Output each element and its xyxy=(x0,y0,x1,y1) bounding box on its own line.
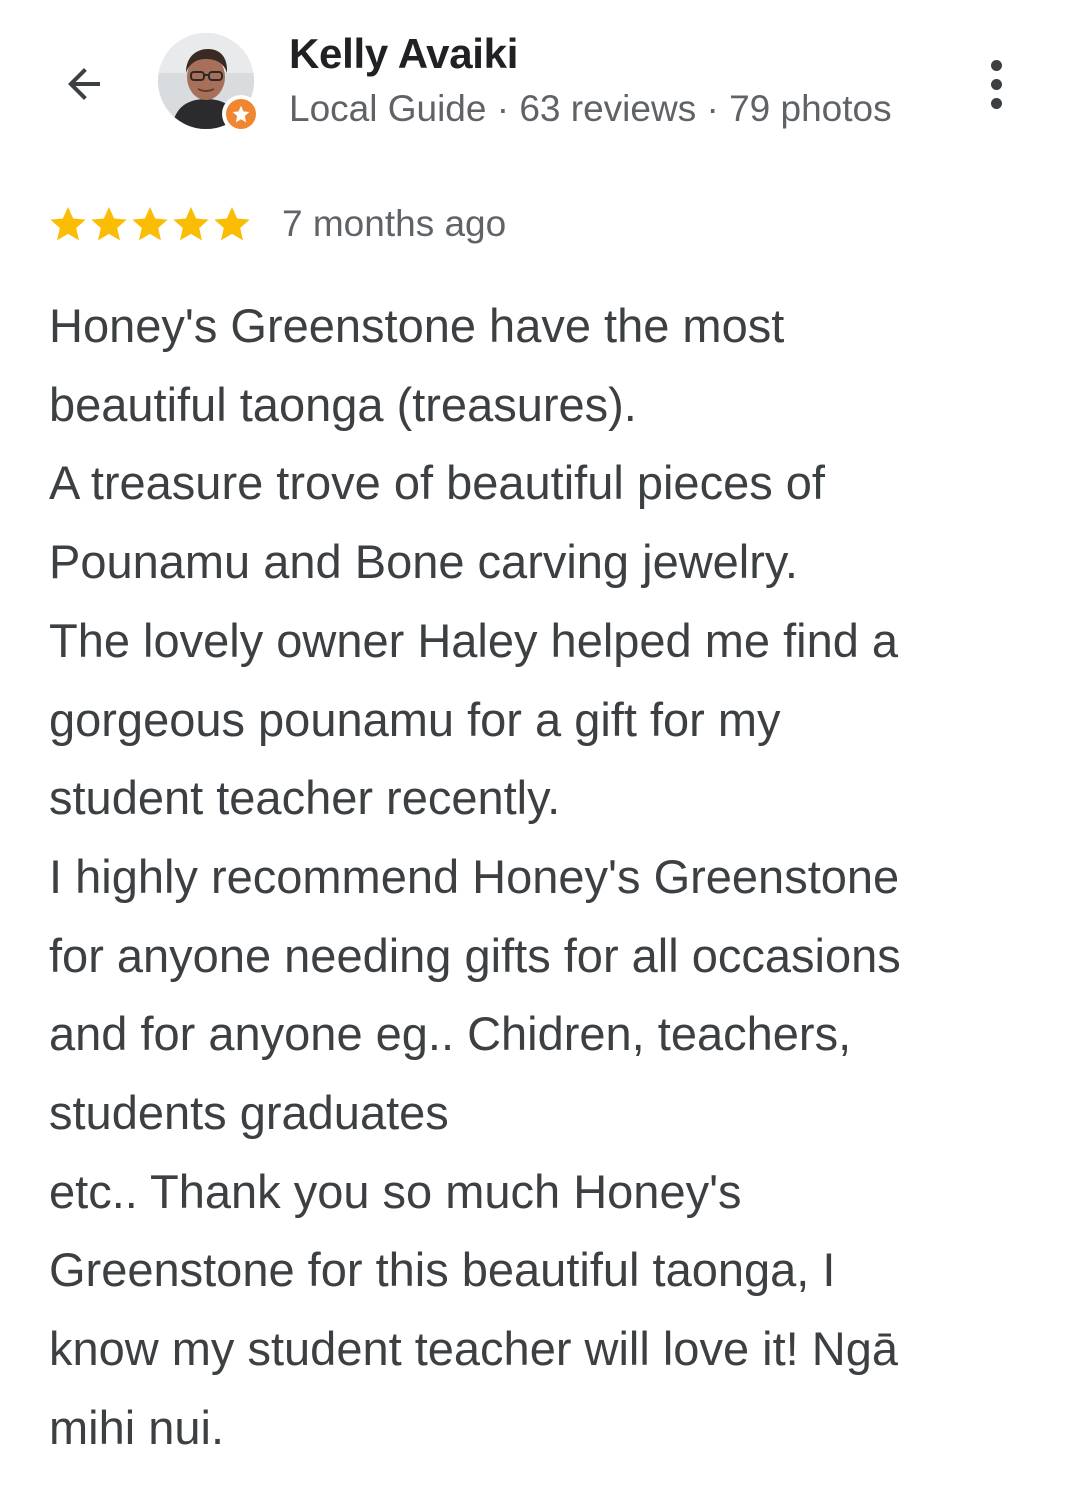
more-vert-icon xyxy=(990,59,1002,71)
review-text: Honey's Greenstone have the most beautifu… xyxy=(49,287,1059,1468)
local-guide-star-icon xyxy=(232,105,250,123)
review-text-line: beautiful taonga (treasures). xyxy=(49,377,637,431)
star-filled-icon xyxy=(132,207,168,241)
reviewer-name[interactable]: Kelly Avaiki xyxy=(289,30,518,78)
star-rating xyxy=(48,204,252,244)
review-text-line: for anyone needing gifts for all occasio… xyxy=(49,928,901,982)
reviewer-avatar-container[interactable] xyxy=(158,33,260,133)
review-text-line: gorgeous pounamu for a gift for my xyxy=(49,692,781,746)
review-text-line: A treasure trove of beautiful pieces of xyxy=(49,456,825,510)
review-text-line: mihi nui. xyxy=(49,1400,225,1454)
review-text-line: Pounamu and Bone carving jewelry. xyxy=(49,535,798,589)
review-text-line: students graduates xyxy=(49,1086,449,1140)
more-options-button[interactable] xyxy=(970,52,1022,116)
star-filled-icon xyxy=(173,207,209,241)
review-text-line: Greenstone for this beautiful taonga, I xyxy=(49,1243,836,1297)
review-text-line: Honey's Greenstone have the most xyxy=(49,299,785,352)
review-text-line: know my student teacher will love it! Ng… xyxy=(49,1322,898,1376)
review-text-line: etc.. Thank you so much Honey's xyxy=(49,1164,742,1218)
star-filled-icon xyxy=(91,207,127,241)
review-header: Kelly Avaiki Local Guide · 63 reviews · … xyxy=(0,0,1080,150)
review-date: 7 months ago xyxy=(282,203,507,244)
review-text-line: student teacher recently. xyxy=(49,771,561,825)
star-filled-icon xyxy=(214,207,250,241)
local-guide-badge xyxy=(222,95,260,133)
rating-row: 7 months ago xyxy=(48,198,506,250)
arrow-back-icon xyxy=(68,68,100,100)
review-text-line: and for anyone eg.. Chidren, teachers, xyxy=(49,1007,852,1061)
back-button[interactable] xyxy=(52,52,116,116)
star-filled-icon xyxy=(50,207,86,241)
reviewer-meta: Local Guide · 63 reviews · 79 photos xyxy=(289,88,892,129)
review-text-line: I highly recommend Honey's Greenstone xyxy=(49,849,900,903)
review-text-line: The lovely owner Haley helped me find a xyxy=(49,613,899,667)
